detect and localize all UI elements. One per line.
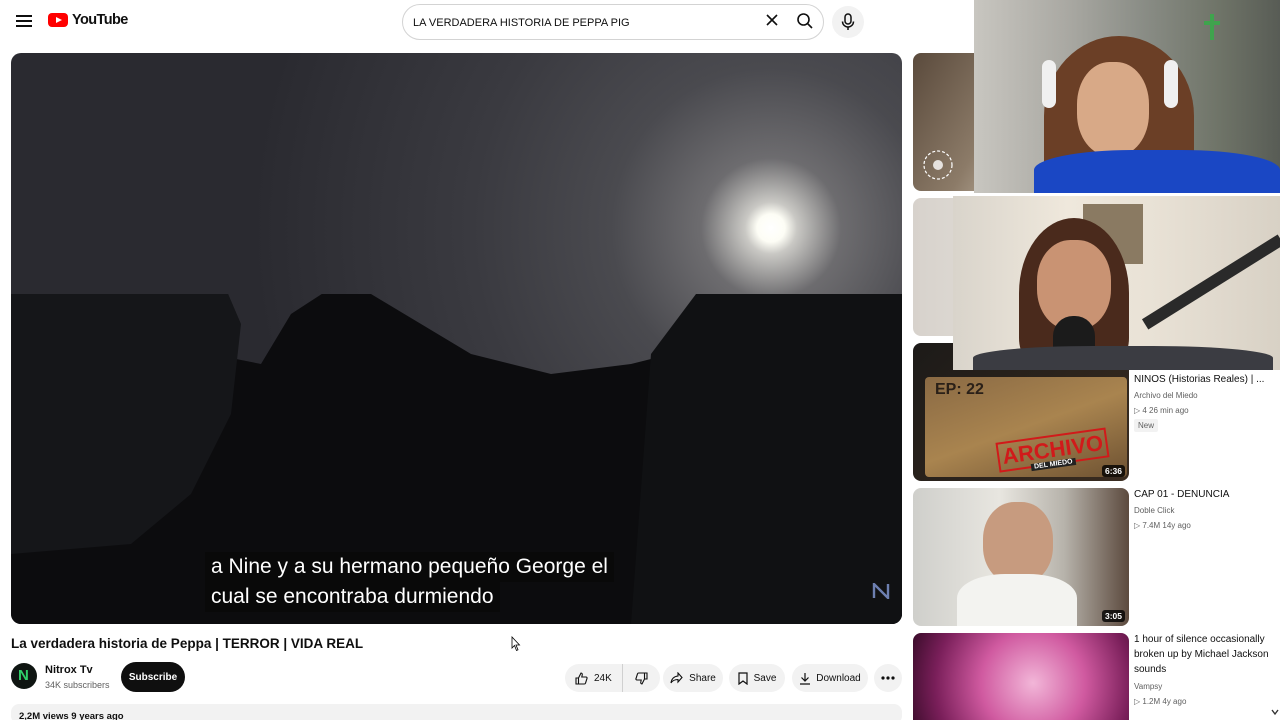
more-horizontal-icon <box>881 676 895 680</box>
channel-name[interactable]: Nitrox Tv <box>45 664 93 676</box>
person-shirt-graphic <box>957 574 1077 626</box>
cross-icon <box>1204 14 1220 40</box>
recommendation-meta: ▷ 7.4M 14y ago <box>1134 521 1191 530</box>
thumbs-up-icon <box>575 671 588 685</box>
download-label: Download <box>816 672 861 684</box>
subscriber-count: 34K subscribers <box>45 680 110 690</box>
menu-icon[interactable] <box>14 12 34 32</box>
new-badge: New <box>1134 419 1159 432</box>
video-player[interactable]: a Nine y a su hermano pequeño George el … <box>11 53 902 624</box>
voice-search-button[interactable] <box>832 6 864 38</box>
description-box[interactable]: 2,2M views 9 years ago <box>11 704 902 720</box>
recommendation-meta-text: 1.2M 4y ago <box>1142 697 1187 706</box>
headphone-graphic <box>1164 60 1178 108</box>
youtube-logo[interactable]: YouTube <box>48 12 128 28</box>
scroll-down-icon[interactable] <box>1270 706 1280 718</box>
share-button[interactable]: Share <box>663 664 723 692</box>
more-actions-button[interactable] <box>874 664 902 692</box>
video-title: La verdadera historia de Peppa | TERROR … <box>11 636 364 651</box>
thumbs-down-icon <box>634 671 648 685</box>
dislike-button[interactable] <box>623 664 659 692</box>
webcam-overlay <box>974 0 1280 193</box>
recommendation-channel[interactable]: Archivo del Miedo <box>1134 391 1198 400</box>
logo-text: YouTube <box>72 12 128 28</box>
recommendation-meta: ▷ 1.2M 4y ago <box>1134 697 1186 706</box>
webcam-overlay <box>953 196 1280 370</box>
person-shirt-graphic <box>1034 150 1280 193</box>
bookmark-icon <box>737 671 748 685</box>
view-count: 2,2M views 9 years ago <box>19 711 124 720</box>
close-icon[interactable] <box>763 11 781 29</box>
share-label: Share <box>689 672 716 684</box>
person-face-graphic <box>1077 62 1149 156</box>
recommendation-title[interactable]: CAP 01 - DENUNCIA <box>1134 487 1274 502</box>
mouse-cursor-icon <box>511 636 521 652</box>
search-box <box>402 4 824 40</box>
youtube-play-icon <box>48 13 68 27</box>
subscribe-button[interactable]: Subscribe <box>121 662 185 692</box>
video-duration: 6:36 <box>1101 465 1125 477</box>
top-bar: YouTube <box>0 0 974 46</box>
like-count: 24K <box>594 672 612 684</box>
recommendation-thumbnail[interactable]: 3:05 <box>913 488 1129 626</box>
person-shirt-graphic <box>973 346 1273 370</box>
person-face-graphic <box>983 502 1053 584</box>
recommendation-meta: ▷ 4 26 min ago <box>1134 406 1189 415</box>
recommendation-thumbnail[interactable] <box>913 633 1129 720</box>
subtitle-box: a Nine y a su hermano pequeño George el … <box>205 552 614 612</box>
avatar-initial: N <box>18 667 29 684</box>
recommendation-channel[interactable]: Doble Click <box>1134 506 1174 515</box>
channel-avatar[interactable]: N <box>11 663 37 689</box>
download-button[interactable]: Download <box>792 664 868 692</box>
microphone-icon <box>841 13 855 30</box>
search-icon[interactable] <box>795 11 815 31</box>
thumb-episode: EP: 22 <box>935 381 984 398</box>
recommendation-channel[interactable]: Vampsy <box>1134 682 1162 691</box>
mic-arm-graphic <box>1141 234 1280 330</box>
headphone-graphic <box>1042 60 1056 108</box>
save-button[interactable]: Save <box>729 664 785 692</box>
download-icon <box>800 672 811 685</box>
like-dislike-group: 24K <box>565 664 660 692</box>
video-duration: 3:05 <box>1101 610 1125 622</box>
save-label: Save <box>753 672 777 684</box>
recommendation-title[interactable]: NINOS (Historias Reales) | ... <box>1134 372 1274 387</box>
subtitle-line: a Nine y a su hermano pequeño George el <box>205 552 614 582</box>
search-input[interactable] <box>413 14 753 32</box>
subtitle-line: cual se encontraba durmiendo <box>205 582 500 612</box>
share-icon <box>670 672 683 684</box>
award-icon <box>923 150 953 180</box>
channel-watermark-icon[interactable] <box>872 583 890 599</box>
recommendation-meta-text: 7.4M 14y ago <box>1142 521 1191 530</box>
like-button[interactable]: 24K <box>565 664 623 692</box>
recommendation-meta-text: 4 26 min ago <box>1142 406 1189 415</box>
recommendation-title[interactable]: 1 hour of silence occasionally broken up… <box>1134 632 1274 677</box>
